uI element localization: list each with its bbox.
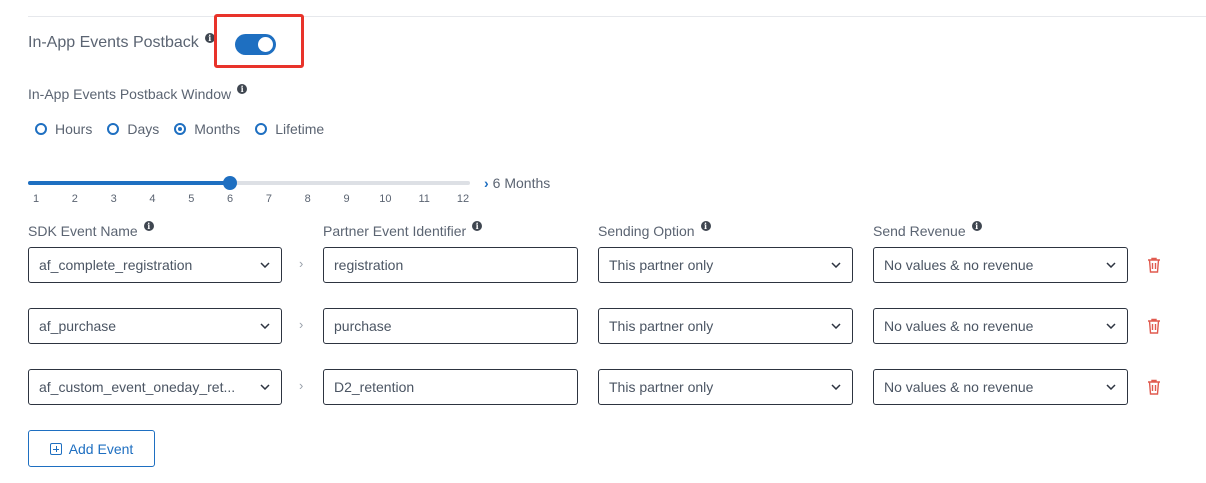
trash-icon[interactable] — [1147, 257, 1161, 273]
slider-fill — [28, 181, 231, 185]
radio-button[interactable] — [107, 123, 120, 135]
radio-option-days[interactable]: Days — [107, 121, 159, 137]
chevron-down-icon[interactable] — [259, 259, 271, 271]
slider-tick-label: 1 — [32, 193, 40, 205]
radio-option-hours[interactable]: Hours — [35, 121, 92, 137]
sdk-event-select[interactable]: af_custom_event_oneday_ret... — [28, 369, 282, 405]
slider-value: › 6 Months — [484, 175, 550, 191]
send-revenue-select[interactable]: No values & no revenue — [873, 369, 1128, 405]
trash-icon[interactable] — [1147, 318, 1161, 334]
add-event-label: Add Event — [68, 440, 134, 457]
slider-tick-label: 7 — [265, 193, 272, 205]
sending-option-select[interactable]: This partner only — [598, 247, 853, 283]
radio-label: Months — [194, 121, 241, 137]
radio-label: Hours — [55, 121, 93, 137]
slider-thumb[interactable] — [223, 176, 238, 190]
partner-event-input[interactable]: purchase — [323, 308, 578, 344]
radio-label: Lifetime — [275, 121, 325, 137]
slider-tick-label: 4 — [149, 193, 156, 205]
radio-button[interactable] — [255, 123, 268, 135]
slider-tick-label: 2 — [71, 193, 78, 205]
window-slider[interactable] — [28, 176, 470, 190]
chevron-down-icon[interactable] — [259, 381, 271, 393]
partner-event-input-value: registration — [334, 257, 404, 273]
toggle-knob — [258, 37, 273, 52]
trash-icon[interactable] — [1147, 379, 1161, 395]
column-header-sending-option: Sending Option i — [598, 221, 711, 239]
sdk-event-select-value: af_purchase — [39, 318, 117, 334]
radio-label: Days — [127, 121, 160, 137]
send-revenue-select-value: No values & no revenue — [884, 257, 1034, 273]
info-icon[interactable]: i — [971, 221, 982, 231]
slider-tick-label: 11 — [418, 193, 430, 205]
sdk-event-select-value: af_complete_registration — [39, 257, 193, 273]
slider-tick-label: 5 — [188, 193, 195, 205]
chevron-right-icon: › — [484, 175, 489, 191]
column-header-partner-event: Partner Event Identifier i — [323, 221, 483, 239]
info-icon[interactable]: i — [143, 221, 154, 231]
slider-value-label: 6 Months — [492, 175, 551, 191]
column-header-label: SDK Event Name — [28, 223, 138, 239]
add-event-button[interactable]: Add Event — [28, 430, 155, 467]
sending-option-select-value: This partner only — [609, 257, 714, 273]
slider-tick-label: 6 — [227, 193, 234, 205]
chevron-down-icon[interactable] — [830, 259, 842, 271]
slider-tick-label: 9 — [343, 193, 350, 205]
chevron-down-icon[interactable] — [1105, 320, 1117, 332]
info-icon[interactable]: i — [237, 84, 248, 94]
partner-event-input-value: D2_retention — [334, 379, 415, 395]
postback-label: In-App Events Postback — [28, 34, 199, 51]
slider-ticks: 1 2 3 4 5 6 7 8 9 10 11 12 — [28, 193, 470, 207]
chevron-down-icon[interactable] — [1105, 259, 1117, 271]
window-label: In-App Events Postback Window — [28, 86, 232, 102]
radio-button[interactable] — [174, 123, 187, 135]
chevron-right-icon: › — [299, 256, 304, 271]
chevron-down-icon[interactable] — [830, 320, 842, 332]
partner-event-input-value: purchase — [334, 318, 392, 334]
postback-row: In-App Events Postback i — [28, 33, 215, 52]
section-divider — [28, 16, 1206, 17]
send-revenue-select-value: No values & no revenue — [884, 318, 1034, 334]
column-header-send-revenue: Send Revenue i — [873, 221, 982, 239]
chevron-down-icon[interactable] — [830, 381, 842, 393]
window-label-row: In-App Events Postback Window i — [28, 84, 248, 102]
radio-button[interactable] — [35, 123, 47, 135]
partner-event-input[interactable]: D2_retention — [323, 369, 578, 405]
sdk-event-select[interactable]: af_purchase — [28, 308, 282, 344]
plus-square-icon — [49, 442, 62, 455]
column-header-label: Partner Event Identifier — [323, 223, 467, 239]
column-header-label: Send Revenue — [873, 223, 966, 239]
slider-tick-label: 8 — [304, 193, 311, 205]
sdk-event-select-value: af_custom_event_oneday_ret... — [39, 379, 236, 395]
postback-toggle[interactable] — [235, 34, 276, 55]
radio-option-months[interactable]: Months — [174, 121, 240, 137]
slider-tick-label: 12 — [456, 193, 470, 205]
send-revenue-select-value: No values & no revenue — [884, 379, 1034, 395]
sending-option-select-value: This partner only — [609, 318, 714, 334]
slider-tick-label: 3 — [110, 193, 117, 205]
partner-event-input[interactable]: registration — [323, 247, 578, 283]
slider-tick-label: 10 — [379, 193, 392, 205]
sending-option-select[interactable]: This partner only — [598, 369, 853, 405]
chevron-down-icon[interactable] — [259, 320, 271, 332]
send-revenue-select[interactable]: No values & no revenue — [873, 308, 1128, 344]
chevron-down-icon[interactable] — [1105, 381, 1117, 393]
info-icon[interactable]: i — [472, 221, 483, 231]
send-revenue-select[interactable]: No values & no revenue — [873, 247, 1128, 283]
sending-option-select[interactable]: This partner only — [598, 308, 853, 344]
window-unit-radios: Hours Days Months Lifetime — [35, 121, 339, 137]
info-icon[interactable]: i — [700, 221, 711, 231]
sdk-event-select[interactable]: af_complete_registration — [28, 247, 282, 283]
column-header-sdk-event: SDK Event Name i — [28, 221, 154, 239]
chevron-right-icon: › — [299, 378, 304, 393]
radio-option-lifetime[interactable]: Lifetime — [255, 121, 324, 137]
column-header-label: Sending Option — [598, 223, 695, 239]
sending-option-select-value: This partner only — [609, 379, 714, 395]
chevron-right-icon: › — [299, 317, 304, 332]
